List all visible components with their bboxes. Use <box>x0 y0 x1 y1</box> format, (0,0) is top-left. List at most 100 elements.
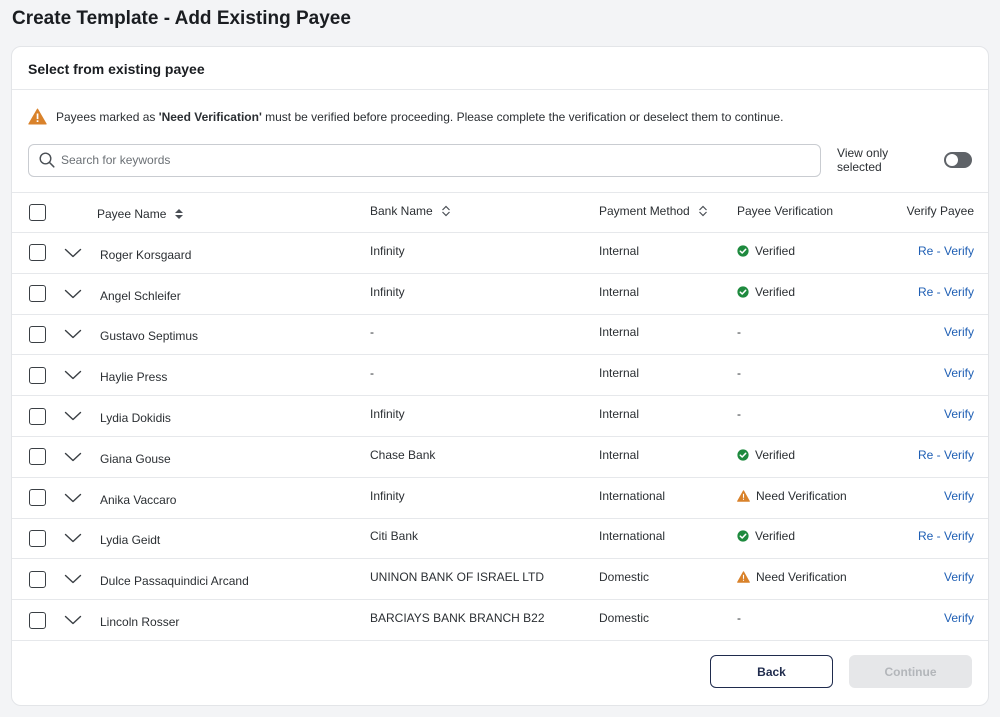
bank-name: Infinity <box>370 488 405 503</box>
row-checkbox-cell <box>29 315 46 355</box>
header-checkbox-cell <box>29 193 46 232</box>
verify-link-cell: Verify <box>944 315 974 355</box>
header-payment-method[interactable]: Payment Method <box>599 193 708 232</box>
bank-name: Infinity <box>370 284 405 299</box>
verified-check-icon <box>737 286 755 298</box>
table-row: Gustavo Septimus - Internal - Verify <box>12 315 988 356</box>
continue-button[interactable]: Continue <box>849 655 972 688</box>
chevron-down-icon <box>64 493 82 503</box>
verification-status-text: - <box>737 325 741 340</box>
expand-row-button[interactable] <box>64 559 82 599</box>
verified-check-icon <box>737 530 755 543</box>
select-all-checkbox[interactable] <box>29 204 46 221</box>
sort-active-icon <box>174 208 184 220</box>
back-button[interactable]: Back <box>710 655 833 688</box>
verification-status-text: Verified <box>755 529 796 544</box>
verify-link[interactable]: Verify <box>944 489 974 503</box>
table-row: Lydia Geidt Citi Bank International Verifie… <box>12 519 988 560</box>
verify-link[interactable]: Verify <box>944 366 974 380</box>
verify-link[interactable]: Verify <box>944 611 974 625</box>
row-checkbox[interactable] <box>29 448 46 466</box>
verification-warning: Payees marked as 'Need Verification' mus… <box>28 108 972 126</box>
row-checkbox-cell <box>29 559 46 599</box>
view-only-toggle[interactable] <box>944 152 972 168</box>
expand-row-button[interactable] <box>64 274 82 314</box>
table-row: Lydia Dokidis Infinity Internal - Verify <box>12 396 988 437</box>
expand-row-button[interactable] <box>64 519 82 559</box>
header-payee-name-label: Payee Name <box>97 206 167 221</box>
payee-name: Lincoln Rosser <box>100 615 180 630</box>
table-row: Roger Korsgaard Infinity Internal Verified R… <box>12 233 988 274</box>
warning-text: Payees marked as 'Need Verification' mus… <box>56 110 783 124</box>
expand-row-button[interactable] <box>64 355 82 395</box>
warning-highlight: 'Need Verification' <box>158 110 262 124</box>
expand-row-button[interactable] <box>64 600 82 640</box>
row-checkbox-cell <box>29 437 46 477</box>
row-checkbox-cell <box>29 600 46 640</box>
bank-name: - <box>370 325 374 340</box>
search-icon <box>39 152 55 168</box>
verify-link-cell: Verify <box>944 478 974 518</box>
verification-status: Need Verification <box>737 559 847 599</box>
payee-name: Roger Korsgaard <box>100 247 192 262</box>
header-payee-name[interactable]: Payee Name <box>97 193 184 232</box>
row-checkbox-cell <box>29 519 46 559</box>
payee-name: Angel Schleifer <box>100 288 181 303</box>
verification-status-text: - <box>737 407 741 422</box>
table-row: Haylie Press - Internal - Verify <box>12 355 988 397</box>
expand-row-button[interactable] <box>64 233 82 273</box>
search-box[interactable] <box>28 143 822 177</box>
verification-status-text: Verified <box>755 243 796 258</box>
expand-row-button[interactable] <box>64 478 82 518</box>
search-input[interactable] <box>61 153 781 167</box>
verify-link-cell: Verify <box>944 559 974 599</box>
row-checkbox[interactable] <box>29 489 46 507</box>
verify-link[interactable]: Verify <box>944 570 974 584</box>
verification-status-text: Need Verification <box>756 570 847 585</box>
header-payment-method-label: Payment Method <box>599 203 690 218</box>
row-checkbox[interactable] <box>29 285 46 303</box>
verification-status-text: Verified <box>755 284 796 299</box>
verification-status: - <box>737 396 741 436</box>
payee-name: Giana Gouse <box>100 451 171 466</box>
verify-link[interactable]: Verify <box>944 407 974 421</box>
chevron-down-icon <box>64 533 82 543</box>
row-checkbox[interactable] <box>29 611 46 629</box>
verify-link[interactable]: Re - Verify <box>918 285 974 299</box>
row-checkbox[interactable] <box>29 529 46 547</box>
verify-link[interactable]: Re - Verify <box>918 529 974 543</box>
toggle-knob <box>946 154 959 166</box>
payee-name: Haylie Press <box>100 370 168 385</box>
row-checkbox[interactable] <box>29 570 46 588</box>
payee-name: Lydia Geidt <box>100 533 161 548</box>
expand-row-button[interactable] <box>64 437 82 477</box>
chevron-down-icon <box>64 370 82 380</box>
table-row: Angel Schleifer Infinity Internal Verified R… <box>12 274 988 315</box>
row-checkbox[interactable] <box>29 407 46 425</box>
payee-name: Dulce Passaquindici Arcand <box>100 574 249 589</box>
expand-row-button[interactable] <box>64 315 82 355</box>
select-payee-card: Select from existing payee Payees marked… <box>11 46 989 706</box>
verification-status-text: - <box>737 366 741 381</box>
verification-status-text: - <box>737 611 741 626</box>
expand-row-button[interactable] <box>64 396 82 436</box>
table-body: Roger Korsgaard Infinity Internal Verified R… <box>12 233 988 641</box>
verification-status: Verified <box>737 233 795 273</box>
verification-status: - <box>737 315 741 355</box>
header-bank-name[interactable]: Bank Name <box>370 193 451 232</box>
header-bank-name-label: Bank Name <box>370 203 433 218</box>
payment-method: Domestic <box>599 570 650 585</box>
row-checkbox-cell <box>29 274 46 314</box>
verify-link[interactable]: Re - Verify <box>918 448 974 462</box>
verify-link[interactable]: Verify <box>944 325 974 339</box>
row-checkbox[interactable] <box>29 325 46 343</box>
footer-actions: Back Continue <box>710 655 972 688</box>
verify-link[interactable]: Re - Verify <box>918 244 974 258</box>
row-checkbox[interactable] <box>29 244 46 262</box>
bank-name: BARCIAYS BANK BRANCH B22 <box>370 611 545 626</box>
row-checkbox[interactable] <box>29 366 46 384</box>
row-checkbox-cell <box>29 396 46 436</box>
sort-icon <box>441 205 451 217</box>
bank-name: Infinity <box>370 407 405 422</box>
payee-name: Lydia Dokidis <box>100 411 171 426</box>
